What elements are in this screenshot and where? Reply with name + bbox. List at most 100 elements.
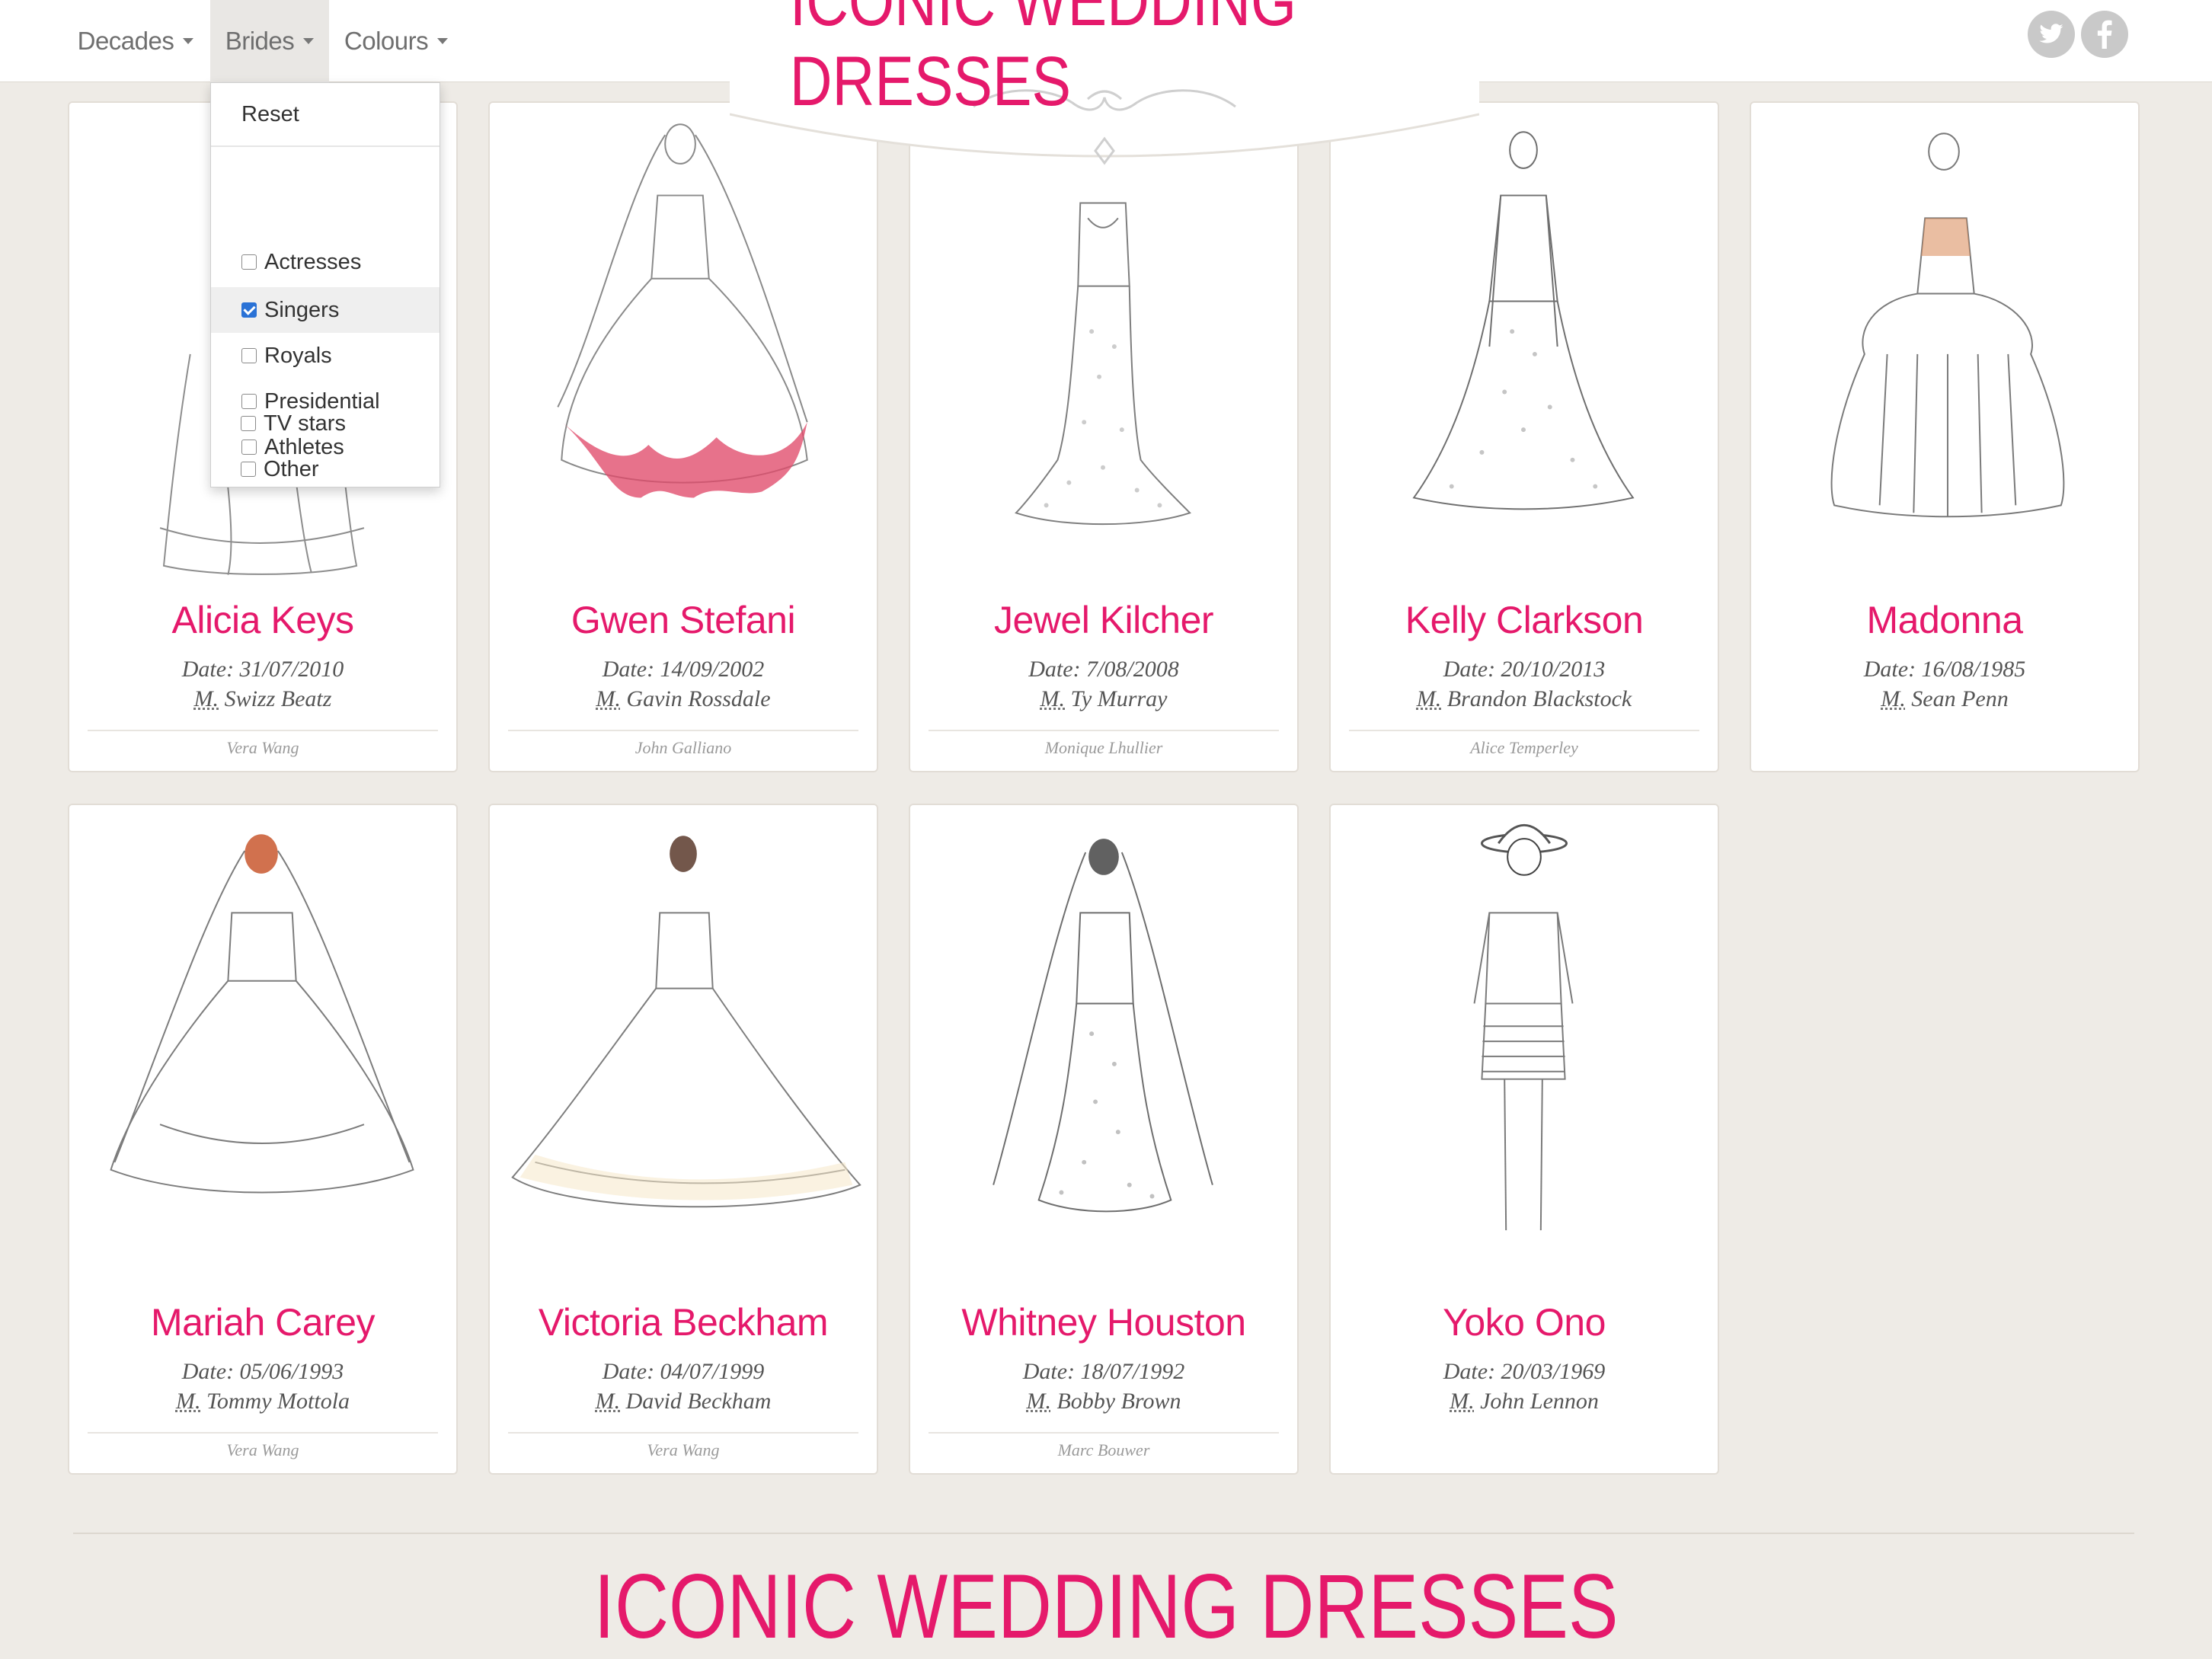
wedding-date: Date: 7/08/2008 <box>1028 657 1179 682</box>
designer-name: Vera Wang <box>226 1440 299 1459</box>
spouse-name: Gavin Rossdale <box>620 686 771 711</box>
bride-name[interactable]: Whitney Houston <box>910 1300 1297 1344</box>
twitter-bird-glyph <box>2039 24 2063 43</box>
spouse-line: M. Bobby Brown <box>910 1389 1297 1414</box>
married-abbr: M. <box>1040 686 1066 711</box>
colours-menu-button[interactable]: Colours <box>335 0 457 82</box>
wedding-date: Date: 16/08/1985 <box>1863 657 2026 682</box>
card-jewel-kilcher[interactable]: Jewel Kilcher Date: 7/08/2008 M. Ty Murr… <box>909 101 1299 772</box>
filter-option-royals[interactable]: Royals <box>211 333 440 379</box>
card-whitney-houston[interactable]: Whitney Houston Date: 18/07/1992 M. Bobb… <box>909 804 1299 1475</box>
filter-option-label: Actresses <box>264 249 362 274</box>
spouse-line: M. Swizz Beatz <box>69 686 456 712</box>
filter-option-label: Royals <box>264 343 332 368</box>
designer-name: Vera Wang <box>226 738 299 757</box>
wedding-date: Date: 18/07/1992 <box>1022 1359 1185 1384</box>
footer-title-text: ICONIC WEDDING DRESSES <box>593 1555 1619 1657</box>
facebook-f-glyph <box>2097 20 2112 49</box>
spouse-name: Sean Penn <box>1905 686 2009 711</box>
wedding-date: Date: 05/06/1993 <box>181 1359 344 1384</box>
chevron-down-icon <box>437 38 449 44</box>
married-abbr: M. <box>1416 686 1442 711</box>
spouse-line: M. Sean Penn <box>1751 686 2138 712</box>
reset-filter-item[interactable]: Reset <box>211 83 440 145</box>
bride-name[interactable]: Alicia Keys <box>69 598 456 642</box>
filter-option-tv-stars[interactable]: TV stars <box>210 401 440 446</box>
wedding-date: Date: 20/10/2013 <box>1443 657 1606 682</box>
filter-option-other[interactable]: Other <box>210 446 440 492</box>
twitter-icon[interactable] <box>2028 11 2075 58</box>
bride-name[interactable]: Victoria Beckham <box>490 1300 877 1344</box>
chevron-down-icon <box>183 38 194 44</box>
married-abbr: M. <box>1026 1389 1051 1414</box>
designer-name: Alice Temperley <box>1470 738 1578 757</box>
bride-name[interactable]: Madonna <box>1751 598 2138 642</box>
wedding-date: Date: 14/09/2002 <box>602 657 765 682</box>
dress-illustration <box>511 836 861 1208</box>
spouse-line: M. Tommy Mottola <box>69 1389 456 1414</box>
filter-option-actresses[interactable]: Actresses <box>211 239 440 285</box>
married-abbr: M. <box>175 1389 201 1414</box>
checkbox-unchecked[interactable] <box>241 254 257 270</box>
card-victoria-beckham[interactable]: Victoria Beckham Date: 04/07/1999 M. Dav… <box>488 804 878 1475</box>
card-yoko-ono[interactable]: Yoko Ono Date: 20/03/1969 M. John Lennon <box>1329 804 1719 1475</box>
spouse-name: John Lennon <box>1474 1389 1599 1414</box>
decades-label: Decades <box>77 27 174 55</box>
site-banner[interactable]: ICONIC WEDDING DRESSES <box>730 0 1479 183</box>
checkbox-unchecked[interactable] <box>241 462 256 477</box>
chevron-down-icon <box>303 38 315 44</box>
checkbox-unchecked[interactable] <box>241 416 256 431</box>
card-divider <box>508 1432 858 1434</box>
wedding-date: Date: 20/03/1969 <box>1443 1359 1606 1384</box>
card-divider <box>508 730 858 731</box>
spouse-name: Tommy Mottola <box>200 1389 350 1414</box>
card-gwen-stefani[interactable]: Gwen Stefani Date: 14/09/2002 M. Gavin R… <box>488 101 878 772</box>
dress-illustration <box>993 839 1213 1213</box>
designer-name: Monique Lhullier <box>1044 738 1163 757</box>
spouse-line: M. Brandon Blackstock <box>1331 686 1718 712</box>
card-divider <box>929 730 1279 731</box>
spouse-name: Brandon Blackstock <box>1441 686 1632 711</box>
filter-option-label: Singers <box>264 297 340 322</box>
spouse-line: M. Ty Murray <box>910 686 1297 712</box>
spouse-name: Swizz Beatz <box>219 686 332 711</box>
decades-menu-button[interactable]: Decades <box>77 0 194 82</box>
filter-option-singers[interactable]: Singers <box>211 287 440 333</box>
card-madonna[interactable]: Madonna Date: 16/08/1985 M. Sean Penn <box>1750 101 2140 772</box>
bride-name[interactable]: Gwen Stefani <box>490 598 877 642</box>
footer-title: ICONIC WEDDING DRESSES <box>0 1554 2212 1659</box>
colours-label: Colours <box>344 27 429 55</box>
card-divider <box>88 730 438 731</box>
spouse-line: M. David Beckham <box>490 1389 877 1414</box>
bride-name[interactable]: Kelly Clarkson <box>1331 598 1718 642</box>
married-abbr: M. <box>596 686 621 711</box>
dress-illustration <box>110 834 414 1194</box>
married-abbr: M. <box>1881 686 1906 711</box>
spouse-name: David Beckham <box>620 1389 772 1414</box>
filter-option-label: Other <box>264 456 319 481</box>
card-kelly-clarkson[interactable]: Kelly Clarkson Date: 20/10/2013 M. Brand… <box>1329 101 1719 772</box>
wedding-date: Date: 31/07/2010 <box>181 657 344 682</box>
married-abbr: M. <box>193 686 219 711</box>
dropdown-divider <box>211 145 440 147</box>
checkbox-unchecked[interactable] <box>241 348 257 363</box>
checkbox-checked[interactable] <box>241 302 257 318</box>
brides-label: Brides <box>225 27 295 55</box>
facebook-icon[interactable] <box>2081 11 2128 58</box>
bride-name[interactable]: Mariah Carey <box>69 1300 456 1344</box>
card-mariah-carey[interactable]: Mariah Carey Date: 05/06/1993 M. Tommy M… <box>68 804 458 1475</box>
designer-name: Marc Bouwer <box>1057 1440 1150 1459</box>
footer-divider <box>73 1533 2134 1534</box>
married-abbr: M. <box>595 1389 621 1414</box>
bride-name[interactable]: Yoko Ono <box>1331 1300 1718 1344</box>
site-title[interactable]: ICONIC WEDDING DRESSES <box>790 0 1420 120</box>
brides-menu-button[interactable]: Brides <box>210 0 329 82</box>
card-divider <box>1349 730 1699 731</box>
bride-name[interactable]: Jewel Kilcher <box>910 598 1297 642</box>
wedding-date: Date: 04/07/1999 <box>602 1359 765 1384</box>
dress-illustration <box>1830 133 2065 518</box>
card-divider <box>88 1432 438 1434</box>
married-abbr: M. <box>1450 1389 1475 1414</box>
spouse-line: M. Gavin Rossdale <box>490 686 877 712</box>
spouse-name: Ty Murray <box>1065 686 1168 711</box>
